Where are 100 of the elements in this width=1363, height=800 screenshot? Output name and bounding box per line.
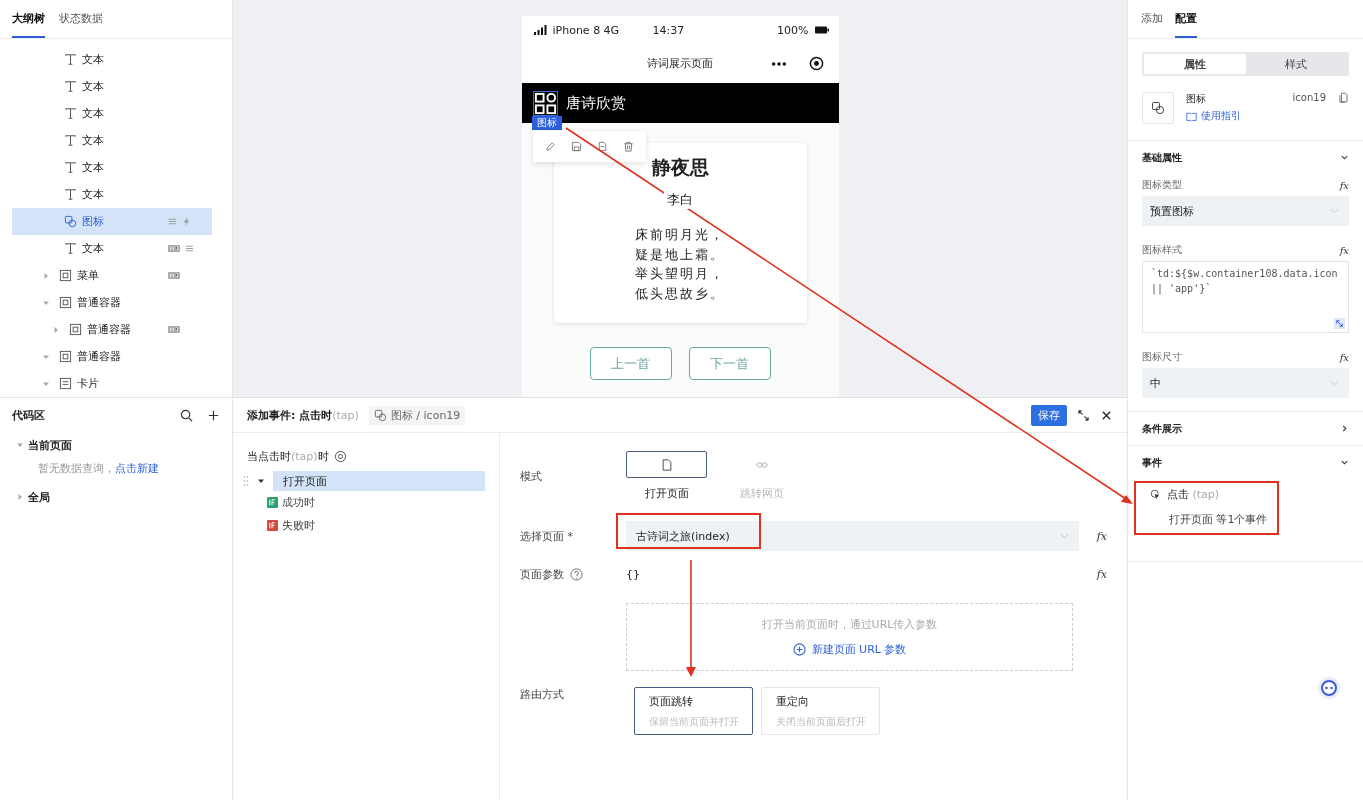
tree-item[interactable]: 普通容器 [12,289,212,316]
component-name: 图标 [1186,92,1207,106]
save-icon[interactable] [570,141,582,152]
segment-tab[interactable]: 属性 [1144,54,1246,74]
container-icon [59,350,72,363]
action-item[interactable]: 打开页面 [273,471,485,491]
chevron-icon[interactable] [1340,153,1349,162]
tree-item[interactable]: 普通容器 [12,316,212,343]
caret-icon[interactable] [257,477,265,485]
select-field[interactable]: 中 [1142,368,1349,398]
section-title: 基础属性 [1142,150,1182,165]
field-label: 图标样式 [1142,243,1182,257]
tree-item[interactable]: 普通容器 [12,343,212,370]
panel-tab[interactable]: 状态数据 [59,0,103,38]
shapes-icon [1151,101,1165,115]
poem-line: 床前明月光， [635,226,725,244]
container-icon [59,296,72,309]
field-label: 选择页面 * [520,528,574,544]
event-card[interactable]: 点击 (tap) 打开页面 等1个事件 [1142,479,1349,539]
shapes-icon [373,408,387,422]
formula-toggle[interactable]: fx [1096,567,1107,581]
search-icon[interactable] [180,408,193,422]
panel-title: 代码区 [12,407,45,423]
poem-line: 低头思故乡。 [635,284,725,303]
header-title: 唐诗欣赏 [565,93,626,113]
container-icon [59,269,72,282]
mode-label: 打开页面 [644,486,689,501]
mode-option[interactable] [626,451,707,478]
branch-label[interactable]: 成功时 [282,495,315,510]
expand-icon[interactable] [1077,408,1090,422]
assistant-icon[interactable] [1317,676,1341,700]
select-field[interactable]: 预置图标 [1142,196,1349,226]
tree-item[interactable]: 卡片 [12,370,212,397]
segment-tab[interactable]: 样式 [1245,54,1347,74]
tree-item[interactable]: 文本 [12,46,212,73]
panel-tab[interactable]: 大纲树 [12,0,45,38]
formula-toggle[interactable]: fx [1339,244,1349,256]
card-icon [59,377,72,390]
pencil-icon[interactable] [544,141,556,152]
group-label[interactable]: 当前页面 [28,437,72,453]
tree-item[interactable]: 文本 [12,154,212,181]
formula-toggle[interactable]: fx [1096,529,1107,543]
branch-label[interactable]: 失败时 [282,518,315,533]
component-id: icon19 [1292,92,1326,103]
params-hint: 打开当前页面时，通过URL传入参数 [761,617,938,632]
panel-tab[interactable]: 配置 [1175,0,1197,38]
add-icon[interactable] [207,408,220,422]
poem-line: 疑是地上霜。 [635,245,725,264]
battery-icon [814,26,829,34]
tree-item[interactable]: 文本 [12,181,212,208]
chevron-icon[interactable] [1340,458,1349,467]
chevron-icon[interactable] [1340,424,1349,433]
group-label[interactable]: 全局 [28,489,50,505]
event-name: 点击 (tap) [1167,487,1220,502]
text-icon [64,161,77,174]
selection-tag: 图标 [531,116,562,130]
text-icon [64,80,77,93]
help-icon[interactable] [570,567,583,581]
formula-toggle[interactable]: fx [1339,351,1349,363]
page-select[interactable]: 古诗词之旅(index) [626,521,1079,551]
resize-icon[interactable] [1334,318,1345,329]
text-icon [64,242,77,255]
create-link[interactable]: 点击新建 [115,460,159,476]
chevron-down-icon [1059,533,1069,539]
save-button[interactable]: 保存 [1031,404,1067,426]
clock-text: 14:37 [652,23,686,37]
settings-icon[interactable] [333,449,347,463]
section-title: 事件 [1142,455,1162,470]
add-circle-icon[interactable] [792,643,806,656]
poem-line: 举头望明月， [635,265,725,283]
code-field[interactable]: `td:${$w.container108.data.icon || 'app'}` [1142,261,1349,333]
chevron-down-icon [1330,208,1339,214]
mode-label: 跳转网页 [739,486,784,501]
tree-item[interactable]: 文本 [12,235,212,262]
field-label: 模式 [520,468,543,484]
tree-item[interactable]: 文本 [12,127,212,154]
copy-icon[interactable] [1338,92,1349,103]
copy-icon[interactable] [596,141,608,152]
tree-item[interactable]: 菜单 [12,262,212,289]
drag-handle-icon[interactable] [243,475,249,487]
formula-toggle[interactable]: fx [1339,179,1349,191]
trash-icon[interactable] [622,141,634,152]
text-icon [64,53,77,66]
panel-tab[interactable]: 添加 [1141,0,1163,38]
params-value: {} [626,567,641,581]
target-text: 图标 / icon19 [390,407,461,423]
more-icon[interactable] [770,61,787,67]
tree-item[interactable]: 文本 [12,100,212,127]
add-param-link[interactable]: 新建页面 URL 参数 [811,642,907,657]
chevron-down-icon [1330,380,1339,386]
page-title: 诗词展示页面 [647,56,713,71]
field-label: 图标类型 [1142,178,1182,192]
tree-item[interactable]: 图标 [12,208,212,235]
trigger-label: 当点击时(tap)时 [247,448,329,464]
field-label: 页面参数 [520,566,564,582]
battery-text: 100% [777,23,809,37]
tree-item[interactable]: 文本 [12,73,212,100]
grid-icon[interactable] [532,90,558,116]
guide-link[interactable]: 使用指引 [1201,109,1241,123]
record-icon[interactable] [808,56,824,71]
